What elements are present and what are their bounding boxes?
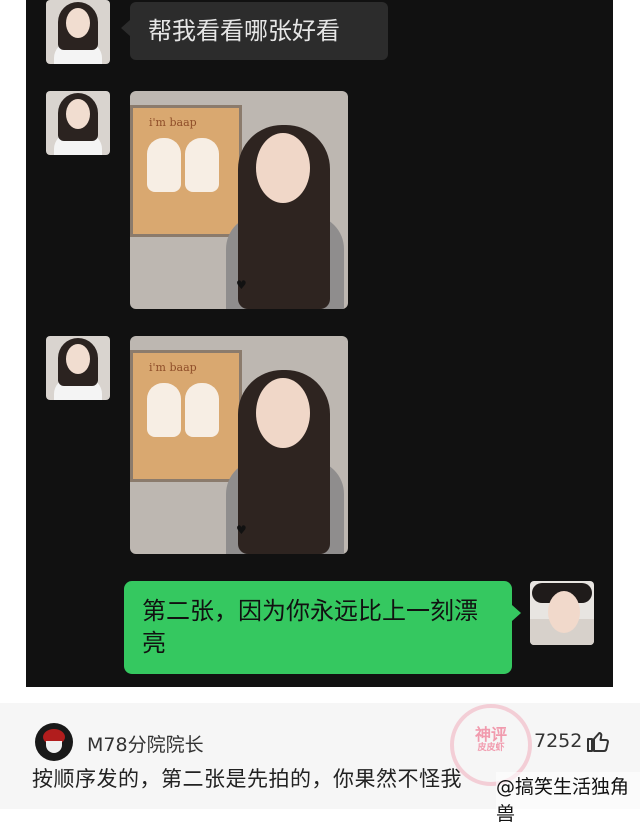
contact-avatar[interactable] <box>46 91 110 155</box>
girl-face <box>256 378 310 448</box>
avatar-face <box>66 8 90 38</box>
avatar-face <box>548 591 580 633</box>
poster-text: i'm baap <box>149 116 197 129</box>
avatar-face <box>66 99 90 129</box>
poster-cartoon-left <box>147 383 181 437</box>
contact-avatar[interactable] <box>46 336 110 400</box>
heart-logo-icon: ♥ <box>236 523 247 537</box>
commenter-username[interactable]: M78分院院长 <box>87 730 204 757</box>
chat-window: 帮我看看哪张好看 i'm baap ♥ i'm baap ♥ 第二张，因为你永远… <box>26 0 613 687</box>
girl-face <box>256 133 310 203</box>
poster-cartoon-right <box>185 383 219 437</box>
wall-poster: i'm baap <box>130 105 242 237</box>
message-bubble-outgoing[interactable]: 第二张，因为你永远比上一刻漂亮 <box>124 581 521 674</box>
commenter-avatar[interactable] <box>35 723 73 761</box>
watermark-subtext: 皮皮虾 <box>477 742 505 753</box>
poster-cartoon-right <box>185 138 219 192</box>
avatar-face <box>66 344 90 374</box>
watermark-text: 神评 <box>474 725 507 744</box>
poster-cartoon-left <box>147 138 181 192</box>
credit-label: @搞笑生活独角兽 <box>496 772 640 826</box>
photo-message-2[interactable]: i'm baap ♥ <box>130 336 348 554</box>
message-bubble-incoming[interactable]: 帮我看看哪张好看 <box>121 2 388 60</box>
my-avatar[interactable] <box>530 581 594 645</box>
message-text: 第二张，因为你永远比上一刻漂亮 <box>142 597 478 658</box>
message-text: 帮我看看哪张好看 <box>148 16 340 45</box>
poster-text: i'm baap <box>149 361 197 374</box>
wall-poster: i'm baap <box>130 350 242 482</box>
like-count: 7252 <box>534 730 583 752</box>
heart-logo-icon: ♥ <box>236 278 247 292</box>
thumbs-up-icon[interactable] <box>586 729 610 753</box>
photo-message-1[interactable]: i'm baap ♥ <box>130 91 348 309</box>
contact-avatar[interactable] <box>46 0 110 64</box>
